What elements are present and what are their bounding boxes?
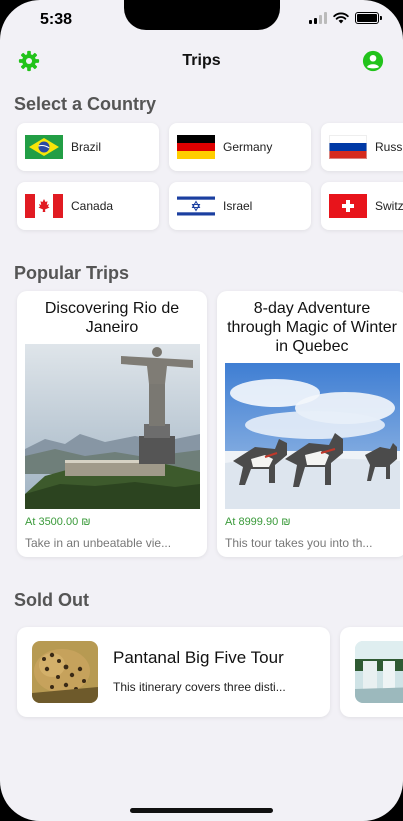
brazil-flag-icon <box>25 135 63 159</box>
russia-flag-icon <box>329 135 367 159</box>
country-card-russia[interactable]: Russ <box>321 123 403 171</box>
phone-screen: 5:38 Trips Select a Country Brazil Germa… <box>0 0 403 821</box>
israel-flag-icon <box>177 194 215 218</box>
trip-card-quebec[interactable]: 8-day Adventure through Magic of Winter … <box>217 291 403 557</box>
signal-icon <box>309 12 327 24</box>
germany-flag-icon <box>177 135 215 159</box>
trip-description: This tour takes you into th... <box>225 536 373 550</box>
battery-icon <box>355 12 382 24</box>
trip-price: At 3500.00 ₪ <box>25 516 91 528</box>
page-title: Trips <box>182 52 221 69</box>
canada-flag-icon <box>25 194 63 218</box>
country-card-canada[interactable]: Canada <box>17 182 159 230</box>
country-name: Brazil <box>71 140 102 154</box>
section-title-countries: Select a Country <box>14 94 157 114</box>
device-notch <box>124 0 280 30</box>
trip-price: At 8999.90 ₪ <box>225 516 291 528</box>
status-icons <box>309 12 382 24</box>
sold-out-card-pantanal[interactable]: Pantanal Big Five Tour This itinerary co… <box>17 627 330 717</box>
country-name: Switz <box>375 199 403 213</box>
home-indicator <box>130 808 273 813</box>
section-title-sold-out: Sold Out <box>14 590 89 610</box>
jaguar-trip-image <box>32 641 98 703</box>
country-card-germany[interactable]: Germany <box>169 123 311 171</box>
trip-title: 8-day Adventure through Magic of Winter … <box>227 300 397 355</box>
navigation-bar: Trips <box>0 44 403 78</box>
country-name: Russ <box>375 140 403 154</box>
country-card-brazil[interactable]: Brazil <box>17 123 159 171</box>
country-name: Canada <box>71 199 114 213</box>
trip-card-rio[interactable]: Discovering Rio de Janeiro At 3500.00 ₪ … <box>17 291 207 557</box>
status-time: 5:38 <box>40 11 73 28</box>
trip-description: Take in an unbeatable vie... <box>25 536 172 550</box>
rio-trip-image <box>25 344 200 509</box>
waterfall-trip-image <box>355 641 403 703</box>
sold-out-description: This itinerary covers three disti... <box>113 680 286 694</box>
section-title-popular: Popular Trips <box>14 263 130 283</box>
trip-title: Discovering Rio de Janeiro <box>44 300 180 336</box>
sold-out-title: Pantanal Big Five Tour <box>113 648 284 667</box>
switzerland-flag-icon <box>329 194 367 218</box>
country-card-israel[interactable]: Israel <box>169 182 311 230</box>
profile-button[interactable] <box>361 49 385 73</box>
wifi-icon <box>333 12 349 24</box>
sold-out-card-next[interactable] <box>340 627 403 717</box>
quebec-trip-image <box>225 363 400 509</box>
country-name: Germany <box>223 140 273 154</box>
profile-icon <box>362 50 384 72</box>
country-card-switzerland[interactable]: Switz <box>321 182 403 230</box>
country-name: Israel <box>223 199 253 213</box>
